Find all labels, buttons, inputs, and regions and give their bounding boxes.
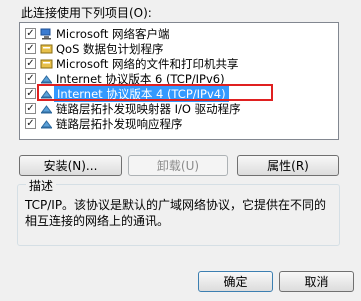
- checkbox-ipv6[interactable]: ✓: [25, 73, 36, 84]
- list-item-ipv6[interactable]: ✓ Internet 协议版本 6 (TCP/IPv6): [20, 71, 338, 86]
- checkbox-file-sharing[interactable]: ✓: [25, 58, 36, 69]
- list-item-qos[interactable]: ✓ QoS 数据包计划程序: [20, 41, 338, 56]
- list-item-ms-client[interactable]: ✓ Microsoft 网络客户端: [20, 26, 338, 41]
- list-item-label: Internet 协议版本 6 (TCP/IPv6): [56, 71, 225, 86]
- components-list[interactable]: ✓ Microsoft 网络客户端 ✓ QoS 数据包计划程序 ✓ Micros…: [19, 22, 339, 140]
- service-icon: [40, 43, 53, 55]
- items-list-header: 此连接使用下列项目(O):: [21, 6, 152, 20]
- list-item-label: 链路层拓扑发现响应程序: [56, 116, 183, 131]
- network-client-icon: [40, 28, 53, 40]
- protocol-icon: [40, 73, 53, 85]
- service-icon: [40, 58, 53, 70]
- cancel-button[interactable]: 取消: [279, 271, 354, 292]
- description-group: 描述 TCP/IP。该协议是默认的广域网络协议，它提供在不同的相互连接的网络上的…: [17, 177, 340, 246]
- list-item-label: Microsoft 网络的文件和打印机共享: [56, 56, 239, 71]
- checkbox-qos[interactable]: ✓: [25, 43, 36, 54]
- protocol-icon: [40, 118, 53, 130]
- list-item-label: QoS 数据包计划程序: [56, 41, 164, 56]
- list-item-label: 链路层拓扑发现映射器 I/O 驱动程序: [56, 101, 241, 116]
- list-item-ipv4[interactable]: ✓ Internet 协议版本 4 (TCP/IPv4): [20, 84, 338, 102]
- list-item-file-sharing[interactable]: ✓ Microsoft 网络的文件和打印机共享: [20, 56, 338, 71]
- list-item-lltd-mapper[interactable]: ✓ 链路层拓扑发现映射器 I/O 驱动程序: [20, 101, 338, 116]
- checkbox-ipv4[interactable]: ✓: [25, 88, 36, 99]
- protocol-icon: [40, 88, 53, 100]
- checkbox-lltd-responder[interactable]: ✓: [25, 118, 36, 129]
- description-title: 描述: [26, 177, 57, 194]
- list-item-label: Microsoft 网络客户端: [56, 26, 170, 41]
- protocol-icon: [40, 103, 53, 115]
- ok-button[interactable]: 确定: [198, 271, 273, 292]
- uninstall-button[interactable]: 卸载(U): [128, 155, 228, 176]
- description-text: TCP/IP。该协议是默认的广域网络协议，它提供在不同的相互连接的网络上的通讯。: [25, 198, 327, 228]
- list-item-lltd-responder[interactable]: ✓ 链路层拓扑发现响应程序: [20, 116, 338, 131]
- properties-button[interactable]: 属性(R): [237, 155, 339, 176]
- checkbox-lltd-mapper[interactable]: ✓: [25, 103, 36, 114]
- checkbox-ms-client[interactable]: ✓: [25, 28, 36, 39]
- list-item-label: Internet 协议版本 4 (TCP/IPv4): [54, 85, 229, 102]
- install-button[interactable]: 安装(N)...: [19, 155, 122, 176]
